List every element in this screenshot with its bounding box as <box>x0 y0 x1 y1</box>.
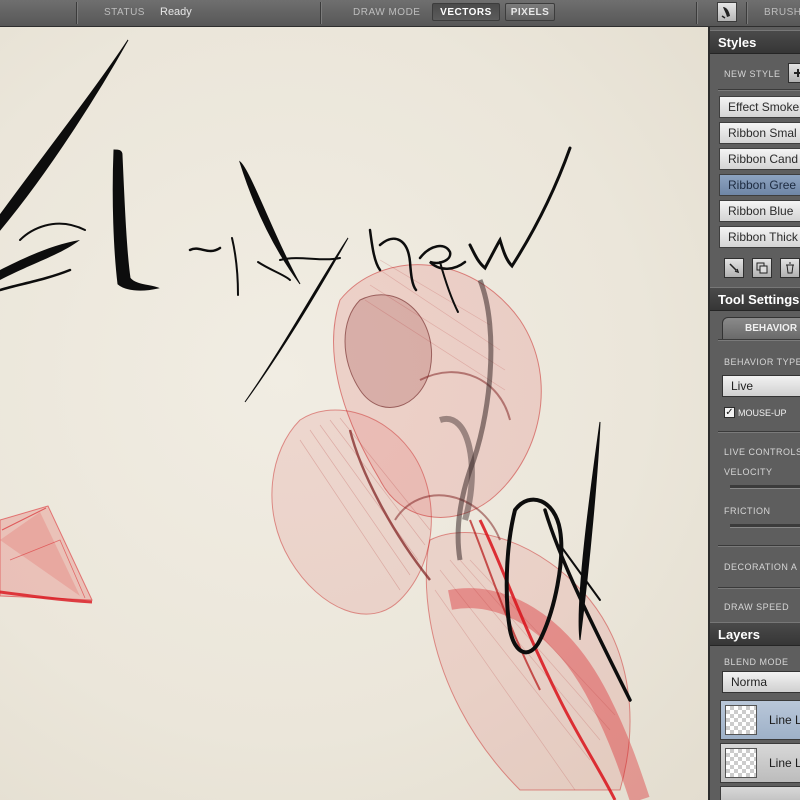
style-item-ribbon-small[interactable]: Ribbon Smal <box>719 122 800 144</box>
blend-mode-label: BLEND MODE <box>724 657 789 667</box>
brush-tool-button[interactable] <box>717 2 737 22</box>
panel-divider <box>718 431 800 433</box>
tool-settings-header[interactable]: Tool Settings <box>710 287 800 311</box>
pixels-button[interactable]: PIXELS <box>505 3 555 21</box>
layer-name: Line L <box>769 756 800 770</box>
new-style-button[interactable] <box>788 63 800 83</box>
blend-mode-select[interactable]: Norma <box>722 671 800 693</box>
layer-row[interactable]: Line L <box>720 743 800 783</box>
style-delete-button[interactable] <box>780 258 800 278</box>
draw-mode-label: DRAW MODE <box>353 7 421 18</box>
brush-label: BRUSH <box>764 7 800 18</box>
top-toolbar: STATUS Ready DRAW MODE VECTORS PIXELS BR… <box>0 0 800 27</box>
friction-slider[interactable] <box>730 524 800 528</box>
mouse-up-label: MOUSE-UP <box>738 407 787 418</box>
layer-row[interactable] <box>720 786 800 800</box>
style-item-ribbon-blue[interactable]: Ribbon Blue <box>719 200 800 222</box>
duplicate-icon <box>756 262 768 274</box>
layer-row[interactable]: Line L <box>720 700 800 740</box>
red-ribbon-left <box>0 505 93 604</box>
layers-panel-header[interactable]: Layers <box>710 622 800 646</box>
styles-panel-header[interactable]: Styles <box>710 30 800 54</box>
toolbar-separator <box>76 2 78 24</box>
status-value: Ready <box>160 6 192 18</box>
mouse-up-checkbox-row[interactable]: ✓ MOUSE-UP <box>724 407 787 418</box>
canvas-artwork <box>0 39 650 800</box>
velocity-slider[interactable] <box>730 485 800 489</box>
red-ribbon-main <box>271 259 650 800</box>
velocity-label: VELOCITY <box>724 467 773 477</box>
toolbar-separator <box>696 2 698 24</box>
friction-label: FRICTION <box>724 506 771 516</box>
style-item-ribbon-thick[interactable]: Ribbon Thick <box>719 226 800 248</box>
layer-name: Line L <box>769 713 800 727</box>
trash-icon <box>786 262 794 274</box>
live-controls-label: LIVE CONTROLS <box>724 447 800 457</box>
toolbar-separator <box>320 2 322 24</box>
plus-icon <box>794 69 800 77</box>
panel-divider <box>718 587 800 589</box>
style-duplicate-button[interactable] <box>752 258 772 278</box>
panel-divider <box>718 545 800 547</box>
status-label: STATUS <box>104 7 145 18</box>
mouse-up-checkbox[interactable]: ✓ <box>724 407 735 418</box>
tab-behavior[interactable]: BEHAVIOR <box>722 317 800 339</box>
draw-speed-label: DRAW SPEED <box>724 602 790 612</box>
decoration-label: DECORATION A <box>724 562 798 572</box>
layer-thumbnail <box>725 748 757 778</box>
panel-divider <box>718 89 800 91</box>
vectors-button[interactable]: VECTORS <box>432 3 500 21</box>
behavior-type-select[interactable]: Live <box>722 375 800 397</box>
style-item-effect-smoke[interactable]: Effect Smoke <box>719 96 800 118</box>
brush-edit-icon <box>729 263 740 274</box>
new-style-label: NEW STYLE <box>724 69 781 79</box>
drawing-canvas[interactable] <box>0 27 708 800</box>
brush-icon <box>721 7 730 19</box>
toolbar-separator <box>746 2 748 24</box>
style-edit-button[interactable] <box>724 258 744 278</box>
side-panel: Styles NEW STYLE Effect Smoke Ribbon Sma… <box>708 27 800 800</box>
layer-thumbnail <box>725 705 757 735</box>
style-item-ribbon-green[interactable]: Ribbon Gree <box>719 174 800 196</box>
style-item-ribbon-candy[interactable]: Ribbon Cand <box>719 148 800 170</box>
behavior-type-label: BEHAVIOR TYPE <box>724 357 800 367</box>
panel-divider <box>718 339 800 341</box>
